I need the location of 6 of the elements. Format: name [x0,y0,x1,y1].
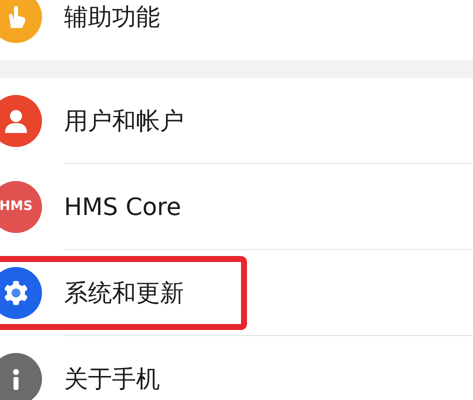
settings-item[interactable]: 辅助功能 [64,0,160,34]
settings-item[interactable]: HMS Core [64,190,182,224]
settings-item[interactable]: 系统和更新 [64,276,184,310]
settings-item[interactable]: 关于手机 [64,362,160,396]
settings-item[interactable]: 用户和帐户 [64,104,184,138]
hms-icon: HMS [0,181,42,233]
